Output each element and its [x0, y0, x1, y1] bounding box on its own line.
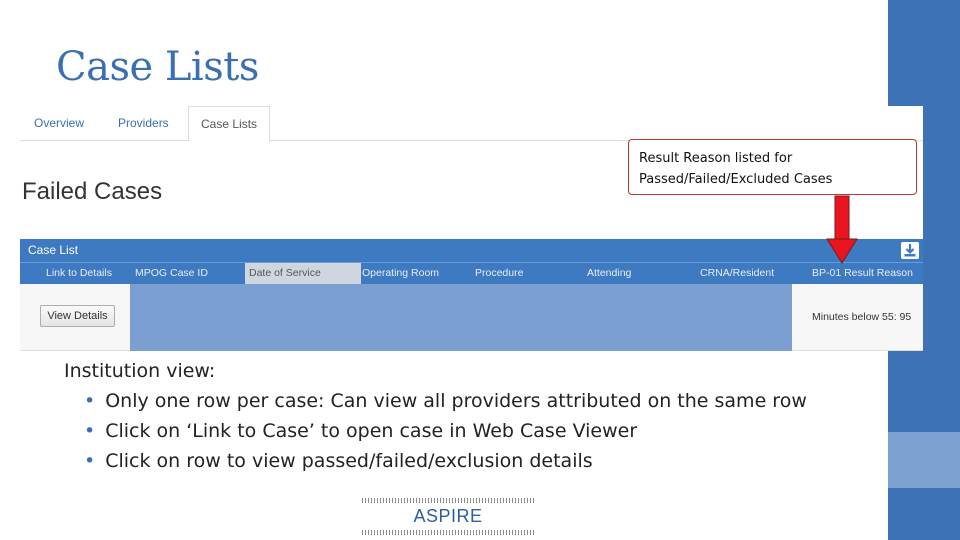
tab-providers[interactable]: Providers: [106, 106, 181, 141]
column-header-result-reason[interactable]: BP-01 Result Reason: [812, 267, 913, 279]
notes-section: Institution view: Only one row per case:…: [64, 356, 807, 476]
view-details-button[interactable]: View Details: [40, 305, 115, 327]
arrow-down-icon: [826, 195, 858, 264]
slide-title: Case Lists: [56, 44, 259, 90]
table-row[interactable]: View Details Minutes below 55: 95: [20, 284, 923, 351]
download-icon[interactable]: [901, 242, 919, 259]
callout-line-1: Result Reason listed for: [639, 151, 793, 166]
column-header-date-of-service[interactable]: Date of Service: [245, 263, 361, 284]
column-header-procedure[interactable]: Procedure: [475, 267, 523, 279]
callout-box: Result Reason listed for Passed/Failed/E…: [628, 139, 917, 195]
redacted-case-data: [130, 284, 792, 351]
list-item: Only one row per case: Can view all prov…: [84, 386, 807, 416]
tab-case-lists[interactable]: Case Lists: [188, 106, 271, 142]
column-header-attending[interactable]: Attending: [587, 267, 631, 279]
notes-intro: Institution view:: [64, 360, 216, 382]
logo-decoration-bottom: [362, 530, 534, 535]
column-header-crna-resident[interactable]: CRNA/Resident: [700, 267, 774, 279]
grid-title: Case List: [28, 243, 79, 257]
callout-line-2: Passed/Failed/Excluded Cases: [639, 172, 833, 187]
logo-text: ASPIRE: [413, 506, 483, 526]
column-header-mpog-case-id[interactable]: MPOG Case ID: [135, 267, 208, 279]
column-header-operating-room[interactable]: Operating Room: [362, 267, 439, 279]
column-header-link-to-details[interactable]: Link to Details: [46, 267, 112, 279]
column-header-row: Link to Details MPOG Case ID Date of Ser…: [20, 262, 923, 284]
aspire-logo: ASPIRE: [362, 498, 534, 536]
decorative-side-band-accent: [888, 432, 960, 488]
logo-decoration-top: [362, 498, 534, 503]
tab-overview[interactable]: Overview: [22, 106, 96, 141]
grid-header: Case List: [20, 239, 923, 262]
list-item: Click on ‘Link to Case’ to open case in …: [84, 416, 807, 446]
page-heading: Failed Cases: [22, 178, 163, 205]
notes-list: Only one row per case: Can view all prov…: [64, 386, 807, 476]
tab-bar: Overview Providers Case Lists: [20, 106, 923, 142]
result-reason-cell: Minutes below 55: 95: [812, 311, 912, 323]
list-item: Click on row to view passed/failed/exclu…: [84, 446, 807, 476]
